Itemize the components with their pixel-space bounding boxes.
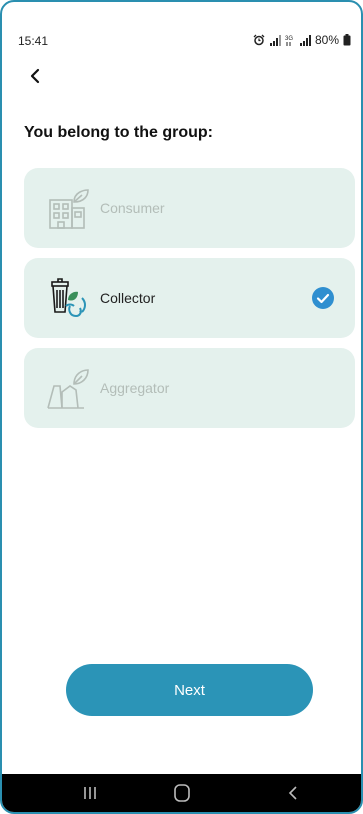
- back-arrow-icon: [30, 68, 40, 84]
- nav-home-button[interactable]: [170, 782, 194, 804]
- back-button[interactable]: [24, 64, 48, 88]
- nav-recents-button[interactable]: [78, 782, 102, 804]
- option-label: Consumer: [100, 200, 165, 216]
- data-icon: 3G: [285, 36, 293, 46]
- building-leaf-icon: [49, 189, 89, 229]
- status-time: 15:41: [18, 34, 49, 48]
- back-icon: [288, 786, 297, 800]
- recents-icon: [84, 787, 96, 799]
- next-button[interactable]: Next: [66, 664, 313, 716]
- option-collector[interactable]: Collector: [24, 258, 355, 338]
- signal-icon: [269, 34, 281, 46]
- page-title: You belong to the group:: [24, 124, 213, 141]
- option-aggregator[interactable]: Aggregator: [24, 348, 355, 428]
- signal-icon: [299, 34, 311, 46]
- battery-icon: [343, 34, 351, 46]
- nav-back-button[interactable]: [282, 782, 306, 804]
- home-icon: [174, 784, 190, 802]
- factory-leaf-icon: [47, 369, 89, 409]
- svg-text:3G: 3G: [285, 36, 293, 42]
- phone-frame: 15:41 3G 80% You belong to the group: Co…: [0, 0, 363, 814]
- status-icons: 3G 80%: [253, 33, 351, 47]
- battery-percent: 80%: [314, 33, 339, 47]
- option-label: Aggregator: [100, 380, 170, 396]
- status-bar: 15:41 3G 80%: [2, 2, 361, 48]
- option-consumer[interactable]: Consumer: [24, 168, 355, 248]
- check-icon: [312, 287, 334, 309]
- system-nav-bar: [2, 774, 361, 812]
- option-label: Collector: [100, 290, 156, 306]
- alarm-icon: [253, 34, 265, 46]
- bin-recycle-icon: [51, 278, 86, 318]
